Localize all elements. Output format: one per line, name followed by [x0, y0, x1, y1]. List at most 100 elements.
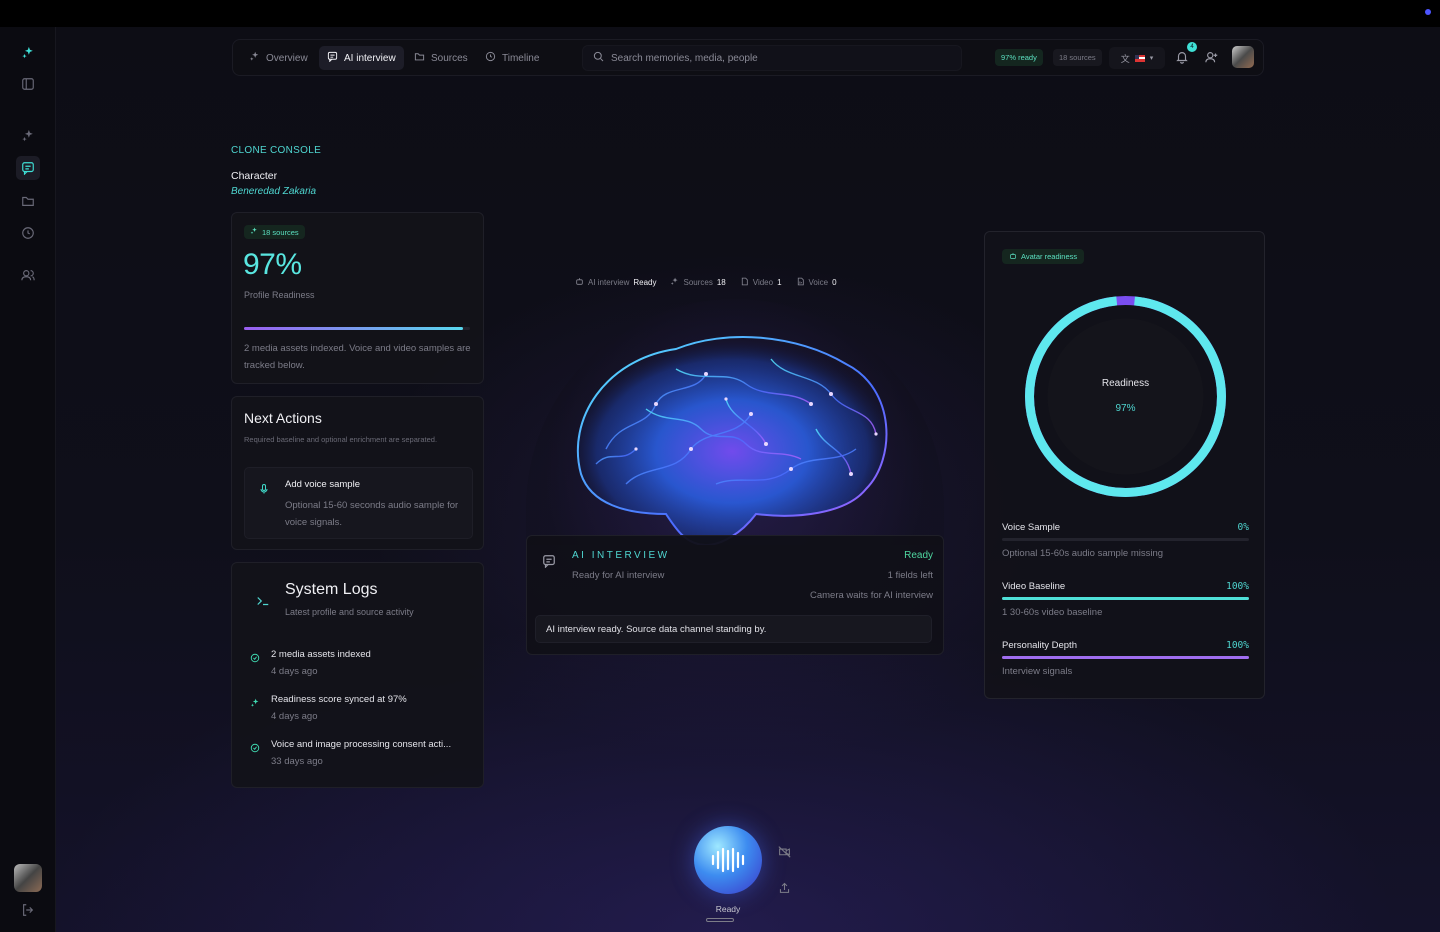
tab-label: Overview	[266, 52, 308, 64]
bell-icon[interactable]	[1175, 50, 1189, 64]
chip-label: Avatar readiness	[1021, 252, 1078, 261]
notification-count: 4	[1187, 42, 1197, 52]
stat-label: AI interview	[588, 277, 630, 287]
search-placeholder: Search memories, media, people	[611, 52, 758, 64]
sparkles-icon	[670, 277, 679, 288]
metric-value: 100%	[1226, 640, 1249, 651]
add-user-icon[interactable]	[1205, 50, 1219, 64]
ai-interview-card: AI INTERVIEW Ready for AI interview Read…	[526, 535, 944, 655]
user-avatar[interactable]	[14, 864, 42, 892]
tab-label: Timeline	[502, 52, 540, 64]
stat-label: Voice	[808, 277, 829, 287]
chat-icon	[327, 51, 338, 65]
app-window: Overview AI interview Sources Timeline S…	[0, 27, 1440, 932]
stat-label: Sources	[683, 277, 713, 287]
readiness-ring-chart	[1025, 296, 1226, 497]
tab-sources[interactable]: Sources	[406, 46, 476, 70]
sparkles-icon	[250, 227, 258, 237]
voice-record-button[interactable]	[694, 826, 762, 894]
add-voice-sample-item[interactable]: Add voice sample Optional 15-60 seconds …	[244, 467, 473, 539]
sparkles-icon	[249, 51, 260, 65]
metric-name: Video Baseline	[1002, 581, 1066, 592]
robot-icon	[1009, 252, 1017, 262]
sidebar-item-overview[interactable]	[18, 126, 38, 146]
metric-description: Interview signals	[1002, 666, 1073, 677]
system-top-bar	[0, 0, 1440, 27]
status-dot	[1425, 9, 1431, 15]
metric-bar-fill	[1002, 656, 1249, 659]
voice-status: Ready	[715, 904, 741, 914]
logout-icon[interactable]	[18, 900, 38, 920]
terminal-icon	[256, 594, 270, 608]
sources-badge: 18 sources	[1053, 49, 1102, 66]
profile-readiness-card: 18 sources 97% Profile Readiness 2 media…	[231, 212, 484, 384]
action-title: Add voice sample	[285, 479, 360, 490]
waveform-icon	[711, 847, 745, 873]
sources-chip-label: 18 sources	[262, 227, 299, 237]
interview-message: AI interview ready. Source data channel …	[535, 615, 932, 643]
log-time: 4 days ago	[271, 666, 318, 677]
character-name[interactable]: Beneredad Zakaria	[231, 186, 316, 197]
avatar[interactable]	[1232, 46, 1254, 68]
search-icon	[593, 51, 604, 65]
sidebar-item-sources[interactable]	[18, 191, 38, 211]
next-actions-title: Next Actions	[244, 410, 322, 426]
readiness-label: Profile Readiness	[244, 290, 315, 300]
camera-off-icon[interactable]	[778, 845, 792, 859]
readiness-progress-bar	[244, 327, 470, 330]
stat-value: 0	[832, 277, 837, 287]
stat-ai-interview: AI interview Ready	[575, 273, 656, 291]
metric-value: 0%	[1237, 522, 1249, 533]
chevron-down-icon: ▾	[1149, 55, 1154, 62]
metric-bar	[1002, 656, 1249, 659]
chat-icon	[542, 554, 556, 569]
tab-overview[interactable]: Overview	[241, 46, 316, 70]
upload-icon[interactable]	[778, 881, 792, 895]
sidebar	[0, 27, 56, 932]
sidebar-item-ai-interview[interactable]	[16, 156, 40, 180]
avatar-readiness-panel: Avatar readiness Readiness 97% Voice Sam…	[984, 231, 1265, 699]
sidebar-item-timeline[interactable]	[18, 223, 38, 243]
stat-sources: Sources 18	[670, 273, 726, 291]
sources-chip: 18 sources	[244, 225, 305, 239]
next-actions-subtitle: Required baseline and optional enrichmen…	[244, 435, 438, 444]
tab-label: AI interview	[344, 52, 396, 64]
ready-badge: 97% ready	[995, 49, 1043, 66]
system-logs-card: System Logs Latest profile and source ac…	[231, 562, 484, 788]
progress-fill	[244, 327, 464, 330]
log-text: Readiness score synced at 97%	[271, 694, 407, 705]
stats-row: AI interview Ready Sources 18 Video 1 Vo…	[575, 273, 895, 291]
stat-value: Ready	[633, 277, 657, 287]
sidebar-item-people[interactable]	[18, 265, 38, 285]
stat-value: 1	[777, 277, 782, 287]
sparkles-icon	[250, 695, 260, 707]
folder-icon	[414, 51, 425, 65]
readiness-percent: 97%	[243, 248, 302, 281]
microphone-icon	[258, 482, 270, 494]
tab-timeline[interactable]: Timeline	[477, 46, 547, 70]
ring-value: 97%	[1115, 403, 1136, 414]
character-label: Character	[231, 170, 278, 182]
logo-sparkles-icon[interactable]	[18, 43, 38, 63]
us-flag-icon	[1134, 54, 1145, 62]
metric-bar-fill	[1002, 597, 1249, 600]
robot-icon	[575, 277, 584, 288]
section-label: CLONE CONSOLE	[231, 145, 322, 156]
next-actions-card: Next Actions Required baseline and optio…	[231, 396, 484, 550]
translate-icon: 文	[1120, 53, 1130, 64]
check-circle-icon	[250, 650, 260, 663]
brain-illustration	[526, 299, 944, 545]
metric-value: 100%	[1226, 581, 1249, 592]
search-input[interactable]: Search memories, media, people	[582, 45, 962, 71]
check-circle-icon	[250, 740, 260, 753]
tab-ai-interview[interactable]: AI interview	[319, 46, 404, 70]
readiness-ring: Readiness 97%	[1023, 294, 1228, 499]
panel-layout-icon[interactable]	[18, 74, 38, 94]
stat-value: 18	[716, 277, 726, 287]
home-indicator	[706, 918, 734, 922]
language-selector[interactable]: 文 ▾	[1109, 47, 1165, 69]
brain-image	[576, 336, 888, 545]
ring-label: Readiness	[1101, 378, 1150, 389]
stat-label: Video	[752, 277, 774, 287]
interview-subtitle: Ready for AI interview	[572, 570, 665, 581]
